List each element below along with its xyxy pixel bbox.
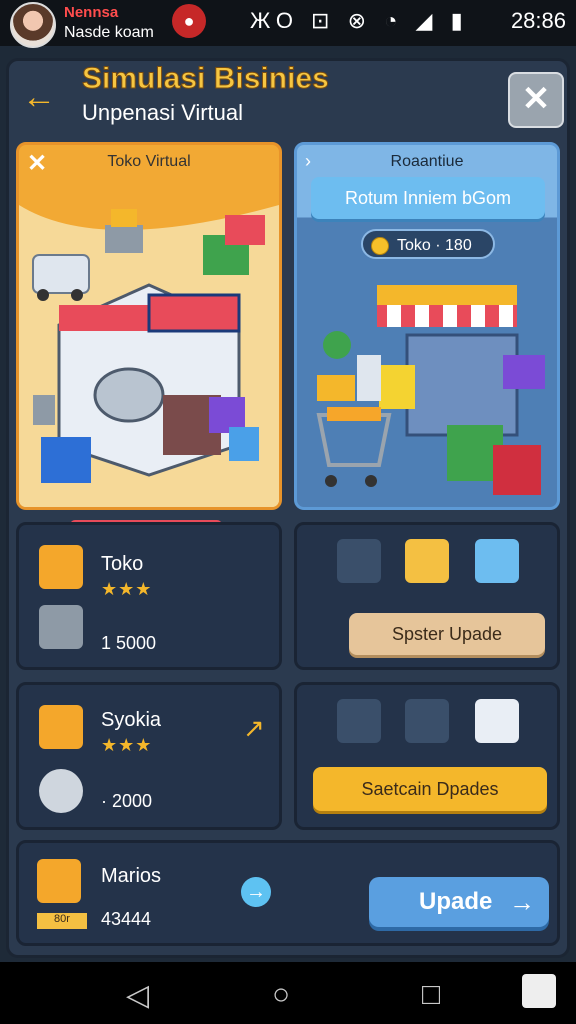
- pointer-icon[interactable]: ↗: [243, 713, 265, 744]
- level-badge: 80r: [37, 913, 87, 929]
- drink-icon: [475, 539, 519, 583]
- coin-icon: [371, 237, 389, 255]
- arrow-right-icon[interactable]: →: [241, 877, 271, 907]
- upgrade-button[interactable]: Saetcain Dpades: [313, 767, 547, 811]
- recents-icon[interactable]: □: [422, 978, 440, 1012]
- tile-value: · 2000: [101, 791, 153, 811]
- page-title: Simulasi Bisinies: [82, 62, 330, 96]
- upgrade-tile-2: Saetcain Dpades: [294, 682, 560, 830]
- syokia-tile[interactable]: Syokia ★★★ ↗ · 2000: [16, 682, 282, 830]
- marios-tile[interactable]: 80r Marios 43444 → Upade →: [16, 840, 560, 946]
- app-shortcut-icon[interactable]: [522, 974, 556, 1008]
- operations-card[interactable]: › Roaantiue Rotum Inniem bGom Toko · 180: [294, 142, 560, 510]
- notification-app-icon[interactable]: ●: [172, 4, 206, 38]
- upgrade-button[interactable]: Spster Upade: [349, 613, 545, 655]
- avatar[interactable]: [10, 2, 56, 48]
- cash-register-icon: [39, 605, 83, 649]
- upgrade-tile-1: Spster Upade: [294, 522, 560, 670]
- status-icons: ЖО ⊡ ⊗ ◔ ◢ ▮: [250, 8, 469, 33]
- page-subtitle: Unpenasi Virtual: [82, 100, 244, 125]
- arrow-right-icon: →: [509, 887, 535, 917]
- operations-button[interactable]: Rotum Inniem bGom: [311, 177, 545, 219]
- basket-icon: [405, 699, 449, 743]
- virtual-store-card[interactable]: ✕ Toko Virtual: [16, 142, 282, 510]
- nav-bar: ◁ ○ □: [0, 962, 576, 1024]
- tile-value: 43444: [101, 909, 152, 929]
- close-button[interactable]: ✕: [508, 72, 564, 128]
- upgrade-main-button[interactable]: Upade →: [369, 877, 549, 927]
- scale-icon: [39, 769, 83, 813]
- notification-text: Nasde koam: [64, 24, 154, 41]
- shop-illustration: [316, 285, 545, 495]
- card-label: Toko Virtual: [107, 153, 191, 170]
- card-label: Roaantiue: [390, 153, 464, 170]
- status-bar: Nennsa Nasde koam ● ЖО ⊡ ⊗ ◔ ◢ ▮ 28:86: [0, 0, 576, 48]
- box-icon: [37, 859, 81, 903]
- home-icon[interactable]: ○: [272, 978, 290, 1012]
- tile-name: Syokia: [101, 709, 162, 731]
- coin-label: Toko · 180: [397, 237, 472, 254]
- clock: 28:86: [510, 8, 566, 33]
- star-rating: ★★★: [101, 579, 153, 599]
- back-arrow-icon[interactable]: ←: [22, 78, 56, 117]
- box-icon: [39, 705, 83, 749]
- notification-title: Nennsa: [64, 4, 119, 21]
- box-icon: [39, 545, 83, 589]
- store-illustration: [19, 205, 279, 507]
- back-icon[interactable]: ◁: [126, 978, 149, 1013]
- cart-icon: [337, 699, 381, 743]
- register-icon: [475, 699, 519, 743]
- tile-value: 1 5000: [101, 633, 157, 653]
- upgrade-label: Upade: [419, 888, 493, 915]
- tile-name: Toko: [101, 553, 144, 575]
- toko-tile[interactable]: Toko ★★★ 1 5000: [16, 522, 282, 670]
- star-rating: ★★★: [101, 735, 153, 755]
- cart-icon: [337, 539, 381, 583]
- tile-name: Marios: [101, 865, 162, 887]
- bread-icon: [405, 539, 449, 583]
